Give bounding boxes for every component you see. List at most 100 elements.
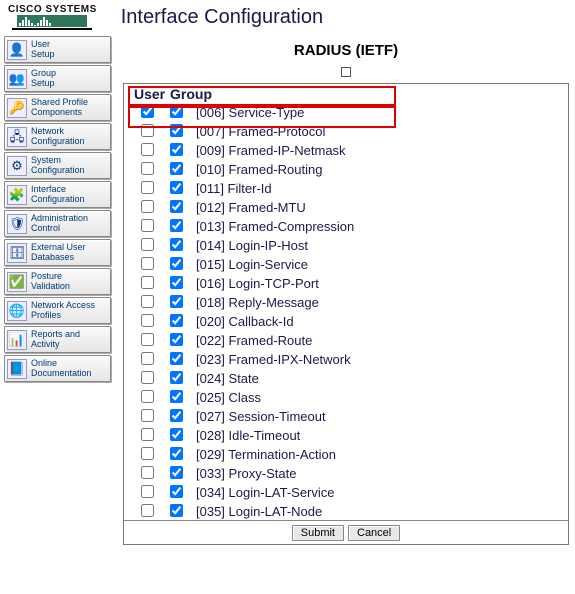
attribute-label: [011] Filter-Id <box>196 181 272 196</box>
group-checkbox[interactable] <box>170 143 183 156</box>
table-row: [011] Filter-Id <box>124 179 568 198</box>
user-checkbox[interactable] <box>141 390 154 403</box>
group-checkbox[interactable] <box>170 352 183 365</box>
user-checkbox[interactable] <box>141 333 154 346</box>
brand-text: CISCO SYSTEMS <box>8 4 97 15</box>
sidebar-item-11[interactable]: 📘Online Documentation <box>4 355 111 382</box>
group-checkbox[interactable] <box>170 276 183 289</box>
attribute-label: [009] Framed-IP-Netmask <box>196 143 346 158</box>
attribute-label: [012] Framed-MTU <box>196 200 306 215</box>
table-row: [015] Login-Service <box>124 255 568 274</box>
user-checkbox[interactable] <box>141 105 154 118</box>
attribute-label: [007] Framed-Protocol <box>196 124 325 139</box>
sidebar: 👤User Setup👥Group Setup🔑Shared Profile C… <box>0 34 115 386</box>
group-checkbox[interactable] <box>170 105 183 118</box>
table-row: [025] Class <box>124 388 568 407</box>
sidebar-item-0[interactable]: 👤User Setup <box>4 36 111 63</box>
attribute-label: [013] Framed-Compression <box>196 219 354 234</box>
user-checkbox[interactable] <box>141 181 154 194</box>
sidebar-item-10[interactable]: 📊Reports and Activity <box>4 326 111 353</box>
table-row: [029] Termination-Action <box>124 445 568 464</box>
sidebar-icon-7: 🗄 <box>7 243 27 263</box>
user-checkbox[interactable] <box>141 428 154 441</box>
sidebar-item-2[interactable]: 🔑Shared Profile Components <box>4 94 111 121</box>
group-checkbox[interactable] <box>170 409 183 422</box>
group-checkbox[interactable] <box>170 390 183 403</box>
user-checkbox[interactable] <box>141 295 154 308</box>
sidebar-icon-2: 🔑 <box>7 98 27 118</box>
table-row: [035] Login-LAT-Node <box>124 502 568 521</box>
table-row: [033] Proxy-State <box>124 464 568 483</box>
sidebar-item-6[interactable]: 🛡Administration Control <box>4 210 111 237</box>
sidebar-item-9[interactable]: 🌐Network Access Profiles <box>4 297 111 324</box>
sidebar-label-11: Online Documentation <box>31 359 92 378</box>
group-checkbox[interactable] <box>170 333 183 346</box>
group-checkbox[interactable] <box>170 485 183 498</box>
attribute-label: [006] Service-Type <box>196 105 304 120</box>
group-checkbox[interactable] <box>170 124 183 137</box>
sidebar-label-0: User Setup <box>31 40 55 59</box>
user-checkbox[interactable] <box>141 409 154 422</box>
group-checkbox[interactable] <box>170 466 183 479</box>
group-checkbox[interactable] <box>170 257 183 270</box>
sidebar-item-5[interactable]: 🧩Interface Configuration <box>4 181 111 208</box>
table-row: [012] Framed-MTU <box>124 198 568 217</box>
user-checkbox[interactable] <box>141 238 154 251</box>
user-checkbox[interactable] <box>141 352 154 365</box>
button-row: Submit Cancel <box>124 520 568 544</box>
user-checkbox[interactable] <box>141 485 154 498</box>
table-row: [022] Framed-Route <box>124 331 568 350</box>
sidebar-item-7[interactable]: 🗄External User Databases <box>4 239 111 266</box>
user-checkbox[interactable] <box>141 504 154 517</box>
attributes-panel: User Group [006] Service-Type[007] Frame… <box>123 83 569 545</box>
group-checkbox[interactable] <box>170 504 183 517</box>
cancel-button[interactable]: Cancel <box>348 525 400 541</box>
group-checkbox[interactable] <box>170 428 183 441</box>
sidebar-icon-10: 📊 <box>7 330 27 350</box>
attribute-label: [010] Framed-Routing <box>196 162 322 177</box>
sidebar-label-9: Network Access Profiles <box>31 301 95 320</box>
sidebar-icon-5: 🧩 <box>7 185 27 205</box>
submit-button[interactable]: Submit <box>292 525 344 541</box>
sidebar-icon-9: 🌐 <box>7 301 27 321</box>
sidebar-item-4[interactable]: ⚙System Configuration <box>4 152 111 179</box>
attribute-label: [023] Framed-IPX-Network <box>196 352 351 367</box>
table-row: [007] Framed-Protocol <box>124 122 568 141</box>
collapse-icon[interactable] <box>341 67 351 77</box>
sidebar-item-3[interactable]: 🖧Network Configuration <box>4 123 111 150</box>
user-checkbox[interactable] <box>141 314 154 327</box>
table-row: [023] Framed-IPX-Network <box>124 350 568 369</box>
user-checkbox[interactable] <box>141 162 154 175</box>
attribute-label: [024] State <box>196 371 259 386</box>
group-checkbox[interactable] <box>170 371 183 384</box>
sidebar-item-1[interactable]: 👥Group Setup <box>4 65 111 92</box>
attribute-label: [035] Login-LAT-Node <box>196 504 322 519</box>
sidebar-item-8[interactable]: ✅Posture Validation <box>4 268 111 295</box>
user-checkbox[interactable] <box>141 371 154 384</box>
sidebar-label-3: Network Configuration <box>31 127 85 146</box>
table-row: [034] Login-LAT-Service <box>124 483 568 502</box>
user-checkbox[interactable] <box>141 447 154 460</box>
user-checkbox[interactable] <box>141 124 154 137</box>
user-checkbox[interactable] <box>141 276 154 289</box>
group-checkbox[interactable] <box>170 238 183 251</box>
attribute-label: [022] Framed-Route <box>196 333 312 348</box>
group-checkbox[interactable] <box>170 200 183 213</box>
user-checkbox[interactable] <box>141 143 154 156</box>
user-checkbox[interactable] <box>141 257 154 270</box>
group-checkbox[interactable] <box>170 181 183 194</box>
user-checkbox[interactable] <box>141 466 154 479</box>
group-checkbox[interactable] <box>170 447 183 460</box>
attribute-label: [018] Reply-Message <box>196 295 319 310</box>
group-checkbox[interactable] <box>170 162 183 175</box>
group-checkbox[interactable] <box>170 314 183 327</box>
attribute-label: [029] Termination-Action <box>196 447 336 462</box>
user-checkbox[interactable] <box>141 219 154 232</box>
attribute-label: [033] Proxy-State <box>196 466 296 481</box>
sidebar-label-5: Interface Configuration <box>31 185 85 204</box>
group-checkbox[interactable] <box>170 295 183 308</box>
sidebar-icon-3: 🖧 <box>7 127 27 147</box>
group-checkbox[interactable] <box>170 219 183 232</box>
sidebar-label-6: Administration Control <box>31 214 88 233</box>
user-checkbox[interactable] <box>141 200 154 213</box>
